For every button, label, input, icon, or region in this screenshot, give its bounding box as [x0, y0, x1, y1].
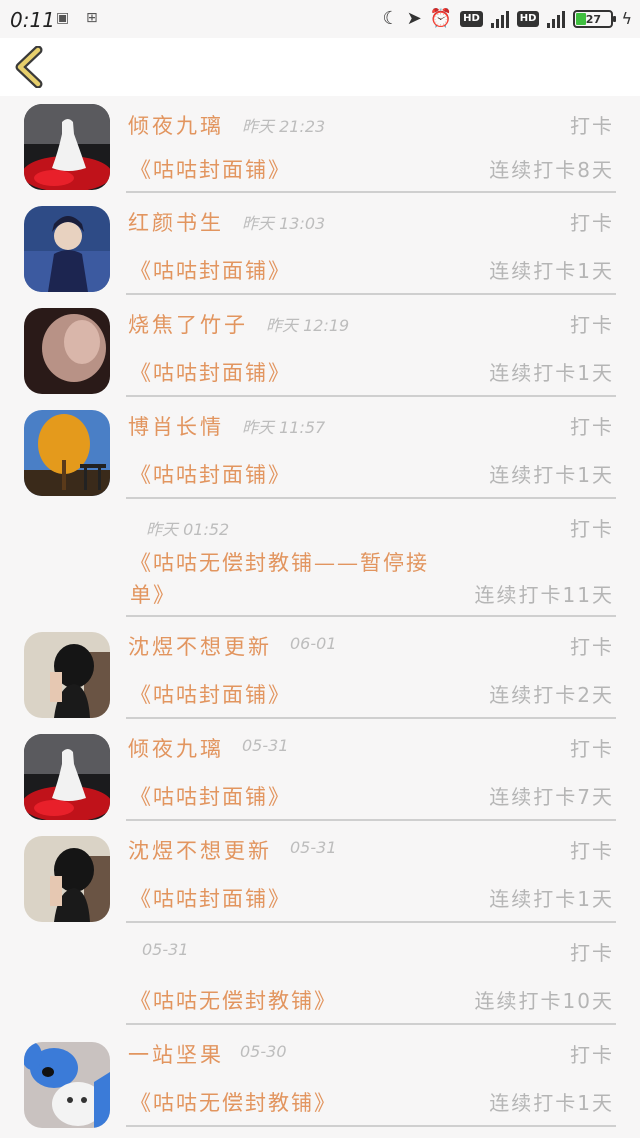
status-icons: ☾ ➤ ⏰ HD HD 27 ϟ [382, 6, 632, 32]
checkin-label[interactable]: 打卡 [570, 207, 614, 236]
item-content: 红颜书生 昨天 13:03 打卡 《咕咕封面铺》 连续打卡1天 [126, 193, 616, 295]
item-content: 昨天 01:52 打卡 《咕咕无偿封教铺——暂停接 单》 连续打卡11天 [126, 499, 616, 617]
item-time: 昨天 01:52 [146, 520, 230, 539]
item-content: 博肖长情 昨天 11:57 打卡 《咕咕封面铺》 连续打卡1天 [126, 397, 616, 499]
sim-icon: ▣ [56, 10, 70, 26]
signal-icon [490, 10, 509, 28]
shop-title[interactable]: 《咕咕封面铺》 [130, 459, 291, 489]
item-time: 05-30 [240, 1042, 287, 1061]
item-time: 05-31 [142, 940, 189, 959]
back-button[interactable] [12, 46, 52, 88]
item-time: 昨天 13:03 [242, 214, 326, 233]
streak-count: 连续打卡1天 [489, 361, 614, 385]
user-name: 烧焦了竹子 [128, 313, 248, 337]
shop-title[interactable]: 《咕咕封面铺》 [130, 781, 291, 811]
avatar[interactable] [24, 308, 110, 394]
list-item[interactable]: 昨天 01:52 打卡 《咕咕无偿封教铺——暂停接 单》 连续打卡11天 [0, 499, 640, 617]
shop-title-line2[interactable]: 单》 [130, 579, 176, 609]
avatar[interactable] [24, 734, 110, 820]
streak-count: 连续打卡7天 [489, 785, 614, 809]
user-name: 倾夜九璃 [128, 737, 224, 761]
battery-icon: 27 [573, 10, 617, 28]
checkin-label[interactable]: 打卡 [570, 733, 614, 762]
avatar[interactable] [24, 1042, 110, 1128]
checkin-label[interactable]: 打卡 [570, 937, 614, 966]
charging-icon: ϟ [621, 9, 632, 28]
item-content: 烧焦了竹子 昨天 12:19 打卡 《咕咕封面铺》 连续打卡1天 [126, 295, 616, 397]
shop-title[interactable]: 《咕咕封面铺》 [130, 255, 291, 285]
list-item[interactable]: 沈煜不想更新 06-01 打卡 《咕咕封面铺》 连续打卡2天 [0, 617, 640, 719]
user-name: 倾夜九璃 [128, 114, 224, 138]
user-name: 博肖长情 [128, 415, 224, 439]
notification-icon: ⊞ [86, 10, 98, 26]
avatar[interactable] [24, 206, 110, 292]
streak-count: 连续打卡1天 [489, 1091, 614, 1115]
item-time: 06-01 [290, 634, 337, 653]
avatar[interactable] [24, 632, 110, 718]
location-icon: ➤ [406, 8, 422, 29]
list-item[interactable]: 05-31 打卡 《咕咕无偿封教铺》 连续打卡10天 [0, 923, 640, 1025]
user-name: 沈煜不想更新 [128, 839, 272, 863]
item-content: 05-31 打卡 《咕咕无偿封教铺》 连续打卡10天 [126, 923, 616, 1025]
hd-badge: HD [460, 11, 483, 27]
streak-count: 连续打卡2天 [489, 683, 614, 707]
item-content: 沈煜不想更新 05-31 打卡 《咕咕封面铺》 连续打卡1天 [126, 821, 616, 923]
shop-title[interactable]: 《咕咕封面铺》 [130, 679, 291, 709]
avatar[interactable] [24, 836, 110, 922]
nav-bar [0, 38, 640, 96]
streak-count: 连续打卡8天 [489, 158, 614, 182]
user-name: 沈煜不想更新 [128, 635, 272, 659]
hd-badge-2: HD [516, 11, 540, 27]
item-time: 昨天 12:19 [266, 316, 350, 335]
streak-count: 连续打卡1天 [489, 259, 614, 283]
moon-icon: ☾ [382, 8, 399, 29]
status-time: 0:11 [10, 8, 55, 32]
checkin-label[interactable]: 打卡 [570, 835, 614, 864]
shop-title[interactable]: 《咕咕封面铺》 [130, 154, 291, 184]
user-name: 红颜书生 [128, 211, 224, 235]
checkin-label[interactable]: 打卡 [570, 411, 614, 440]
checkin-label[interactable]: 打卡 [570, 513, 614, 542]
checkin-label[interactable]: 打卡 [570, 110, 614, 139]
item-time: 昨天 21:23 [242, 117, 326, 136]
checkin-label[interactable]: 打卡 [570, 309, 614, 338]
item-content: 倾夜九璃 05-31 打卡 《咕咕封面铺》 连续打卡7天 [126, 719, 616, 821]
item-time: 昨天 11:57 [242, 418, 326, 437]
streak-count: 连续打卡1天 [489, 887, 614, 911]
avatar[interactable] [24, 104, 110, 190]
streak-count: 连续打卡11天 [474, 583, 614, 607]
streak-count: 连续打卡10天 [474, 989, 614, 1013]
list-item[interactable]: 红颜书生 昨天 13:03 打卡 《咕咕封面铺》 连续打卡1天 [0, 193, 640, 295]
item-content: 沈煜不想更新 06-01 打卡 《咕咕封面铺》 连续打卡2天 [126, 617, 616, 719]
item-content: 倾夜九璃 昨天 21:23 打卡 《咕咕封面铺》 连续打卡8天 [126, 96, 616, 193]
signal-icon-2 [547, 10, 566, 28]
list-item[interactable]: 一站坚果 05-30 打卡 《咕咕无偿封教铺》 连续打卡1天 [0, 1025, 640, 1128]
streak-count: 连续打卡1天 [489, 463, 614, 487]
item-time: 05-31 [242, 736, 289, 755]
chevron-left-icon [15, 46, 43, 88]
shop-title[interactable]: 《咕咕封面铺》 [130, 357, 291, 387]
list-item[interactable]: 烧焦了竹子 昨天 12:19 打卡 《咕咕封面铺》 连续打卡1天 [0, 295, 640, 397]
shop-title[interactable]: 《咕咕封面铺》 [130, 883, 291, 913]
checkin-label[interactable]: 打卡 [570, 631, 614, 660]
shop-title[interactable]: 《咕咕无偿封教铺》 [130, 1087, 337, 1117]
list-item[interactable]: 博肖长情 昨天 11:57 打卡 《咕咕封面铺》 连续打卡1天 [0, 397, 640, 499]
battery-level: 27 [585, 12, 602, 26]
avatar[interactable] [24, 410, 110, 496]
item-content: 一站坚果 05-30 打卡 《咕咕无偿封教铺》 连续打卡1天 [126, 1025, 616, 1127]
list-item[interactable]: 沈煜不想更新 05-31 打卡 《咕咕封面铺》 连续打卡1天 [0, 821, 640, 923]
shop-title-line1[interactable]: 《咕咕无偿封教铺——暂停接 [130, 547, 429, 577]
item-time: 05-31 [290, 838, 337, 857]
alarm-icon: ⏰ [429, 8, 453, 29]
checkin-label[interactable]: 打卡 [570, 1039, 614, 1068]
shop-title[interactable]: 《咕咕无偿封教铺》 [130, 985, 337, 1015]
user-name: 一站坚果 [128, 1043, 224, 1067]
list-item[interactable]: 倾夜九璃 05-31 打卡 《咕咕封面铺》 连续打卡7天 [0, 719, 640, 821]
status-bar: 0:11 ▣ ⊞ ☾ ➤ ⏰ HD HD 27 ϟ [0, 0, 640, 38]
list-item[interactable]: 倾夜九璃 昨天 21:23 打卡 《咕咕封面铺》 连续打卡8天 [0, 96, 640, 193]
